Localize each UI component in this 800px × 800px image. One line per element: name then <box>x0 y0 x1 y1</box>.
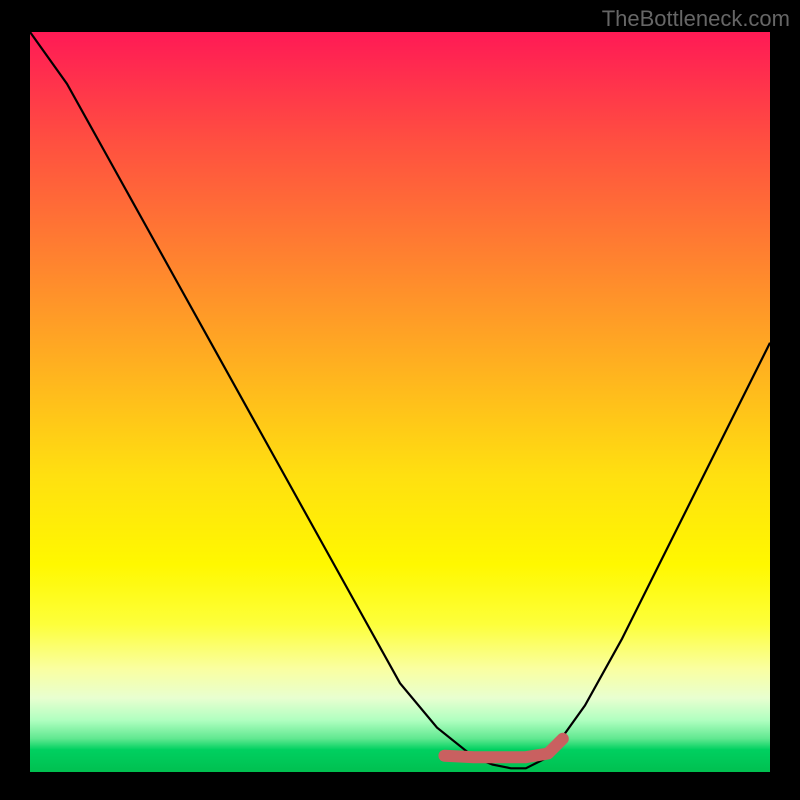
chart-svg <box>30 32 770 772</box>
bottleneck-chart <box>30 32 770 772</box>
chart-background <box>30 32 770 772</box>
watermark-text: TheBottleneck.com <box>602 6 790 32</box>
